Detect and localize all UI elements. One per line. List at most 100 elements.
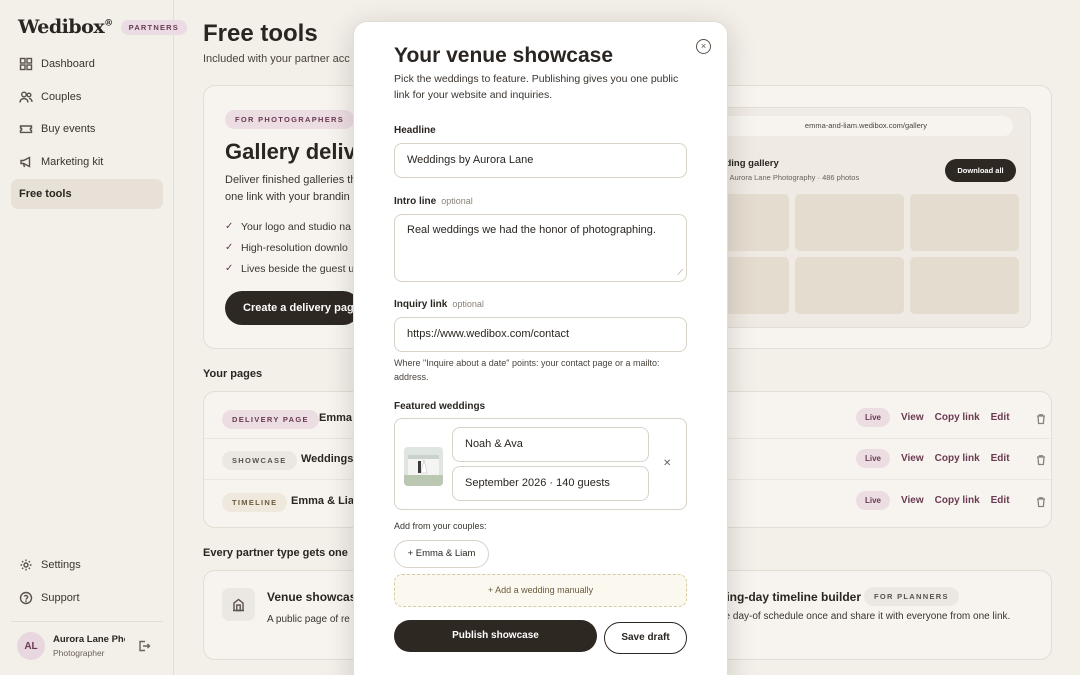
photo-tile bbox=[795, 257, 904, 314]
modal-intro: Pick the weddings to feature. Publishing… bbox=[394, 73, 679, 101]
check-icon: ✓ bbox=[225, 263, 234, 274]
copy-link-button[interactable]: Copy link bbox=[935, 495, 980, 506]
photo-tile bbox=[910, 257, 1019, 314]
save-draft-button[interactable]: Save draft bbox=[604, 622, 687, 654]
preview-url-bar: emma-and-liam.wedibox.com/gallery bbox=[719, 116, 1013, 136]
row-actions: Live View Copy link Edit bbox=[856, 408, 1047, 427]
sidebar-item-label: Dashboard bbox=[41, 58, 95, 70]
timeline-builder-title: ding-day timeline builder bbox=[719, 590, 862, 604]
feature-item: ✓ Your logo and studio na bbox=[225, 220, 351, 233]
inquiry-link-label: Inquiry link optional bbox=[394, 299, 484, 310]
page-type-pill: TIMELINE bbox=[222, 493, 288, 512]
copy-link-button[interactable]: Copy link bbox=[935, 412, 980, 423]
remove-wedding-icon[interactable]: ✕ bbox=[663, 458, 671, 469]
sidebar-item-couples[interactable]: Couples bbox=[11, 82, 163, 112]
sidebar-item-free-tools[interactable]: Free tools bbox=[11, 179, 163, 209]
trash-icon[interactable] bbox=[1035, 453, 1047, 465]
gallery-preview: emma-and-liam.wedibox.com/gallery weddin… bbox=[696, 107, 1031, 328]
wedding-photo bbox=[404, 447, 443, 486]
users-icon bbox=[19, 90, 33, 104]
sidebar-item-settings[interactable]: Settings bbox=[11, 550, 163, 580]
feature-list: ✓ Your logo and studio na ✓ High-resolutio… bbox=[225, 216, 354, 279]
publish-showcase-button[interactable]: Publish showcase bbox=[394, 620, 597, 652]
user-profile[interactable]: AL Aurora Lane Photography Photographer bbox=[11, 621, 163, 660]
intro-line-label: Intro line optional bbox=[394, 196, 473, 207]
sidebar-nav: Dashboard Couples Buy events Marketing k… bbox=[11, 49, 163, 212]
view-link[interactable]: View bbox=[901, 453, 924, 464]
sidebar-item-label: Support bbox=[41, 591, 80, 604]
page-subtitle: Included with your partner acc bbox=[203, 53, 350, 65]
help-icon bbox=[19, 591, 33, 605]
close-icon[interactable]: × bbox=[696, 39, 711, 54]
sidebar-item-buy-events[interactable]: Buy events bbox=[11, 114, 163, 144]
sidebar-item-label: Buy events bbox=[41, 123, 96, 135]
status-badge: Live bbox=[856, 491, 891, 510]
view-link[interactable]: View bbox=[901, 412, 924, 423]
avatar: AL bbox=[17, 632, 45, 660]
add-wedding-manually-button[interactable]: + Add a wedding manually bbox=[394, 574, 687, 607]
intro-line-textarea[interactable]: Real weddings we had the honor of photog… bbox=[394, 214, 687, 282]
add-from-couples-label: Add from your couples: bbox=[394, 521, 487, 531]
featured-wedding-card: Noah & Ava September 2026 · 140 guests ✕ bbox=[394, 418, 687, 510]
row-actions: Live View Copy link Edit bbox=[856, 449, 1047, 468]
view-link[interactable]: View bbox=[901, 495, 924, 506]
page-type-pill: DELIVERY PAGE bbox=[222, 410, 319, 429]
sidebar-item-label: Free tools bbox=[19, 188, 72, 200]
megaphone-icon bbox=[19, 155, 33, 169]
trash-icon[interactable] bbox=[1035, 412, 1047, 424]
hero-title: Gallery deliv bbox=[225, 139, 356, 164]
gear-icon bbox=[19, 558, 33, 572]
venue-showcase-modal: × Your venue showcase Pick the weddings … bbox=[353, 21, 728, 675]
sidebar-item-label: Settings bbox=[41, 559, 81, 571]
headline-label: Headline bbox=[394, 125, 436, 136]
edit-link[interactable]: Edit bbox=[991, 453, 1010, 464]
edit-link[interactable]: Edit bbox=[991, 495, 1010, 506]
photo-tile bbox=[910, 194, 1019, 251]
sidebar-item-dashboard[interactable]: Dashboard bbox=[11, 49, 163, 79]
timeline-builder-desc: he day-of schedule once and share it wit… bbox=[719, 611, 1011, 622]
status-badge: Live bbox=[856, 408, 891, 427]
preview-gallery-meta: red by Aurora Lane Photography · 486 pho… bbox=[707, 173, 860, 182]
sidebar-item-support[interactable]: Support bbox=[11, 583, 163, 613]
photo-tile bbox=[795, 194, 904, 251]
venue-showcase-title: Venue showcase bbox=[267, 590, 364, 604]
logout-icon[interactable] bbox=[137, 639, 151, 653]
feature-item: ✓ Lives beside the guest u bbox=[225, 262, 355, 275]
inquiry-link-help: Where "Inquire about a date" points: you… bbox=[394, 358, 660, 382]
inquiry-link-input[interactable]: https://www.wedibox.com/contact bbox=[394, 317, 687, 352]
add-couple-chip[interactable]: + Emma & Liam bbox=[394, 540, 489, 568]
wedding-details-input[interactable]: September 2026 · 140 guests bbox=[452, 466, 649, 501]
page-name[interactable]: Weddings bbox=[301, 453, 353, 465]
your-pages-heading: Your pages bbox=[203, 368, 263, 380]
headline-input[interactable]: Weddings by Aurora Lane bbox=[394, 143, 687, 178]
sidebar-item-marketing-kit[interactable]: Marketing kit bbox=[11, 147, 163, 177]
sidebar: Wedibox® PARTNERS Dashboard Couples Buy … bbox=[0, 0, 187, 675]
row-actions: Live View Copy link Edit bbox=[856, 491, 1047, 510]
page-title: Free tools bbox=[203, 20, 318, 47]
sidebar-bottom-nav: Settings Support bbox=[11, 550, 163, 615]
sidebar-item-label: Marketing kit bbox=[41, 155, 104, 168]
modal-title: Your venue showcase bbox=[394, 44, 614, 67]
trash-icon[interactable] bbox=[1035, 495, 1047, 507]
user-info: Aurora Lane Photography Photographer bbox=[53, 634, 125, 658]
audience-pill: FOR PHOTOGRAPHERS bbox=[225, 110, 355, 129]
edit-link[interactable]: Edit bbox=[991, 412, 1010, 423]
resize-handle-icon[interactable]: ⟋ bbox=[677, 268, 683, 278]
wedding-couple-input[interactable]: Noah & Ava bbox=[452, 427, 649, 462]
building-icon bbox=[222, 588, 255, 621]
copy-link-button[interactable]: Copy link bbox=[935, 453, 980, 464]
partner-types-heading: Every partner type gets one bbox=[203, 547, 348, 559]
user-name: Aurora Lane Photography bbox=[53, 634, 125, 645]
grid-icon bbox=[19, 57, 33, 71]
user-role: Photographer bbox=[53, 648, 105, 658]
ticket-icon bbox=[19, 122, 33, 136]
brand: Wedibox® PARTNERS bbox=[18, 16, 187, 38]
create-delivery-page-button[interactable]: Create a delivery page bbox=[225, 291, 360, 325]
planner-pill: FOR PLANNERS bbox=[864, 587, 959, 606]
sidebar-item-label: Couples bbox=[41, 90, 82, 103]
check-icon: ✓ bbox=[225, 242, 234, 253]
feature-item: ✓ High-resolution downlo bbox=[225, 241, 348, 254]
wedibox-logo[interactable]: Wedibox® bbox=[18, 16, 113, 38]
page-type-pill: SHOWCASE bbox=[222, 451, 297, 470]
status-badge: Live bbox=[856, 449, 891, 468]
